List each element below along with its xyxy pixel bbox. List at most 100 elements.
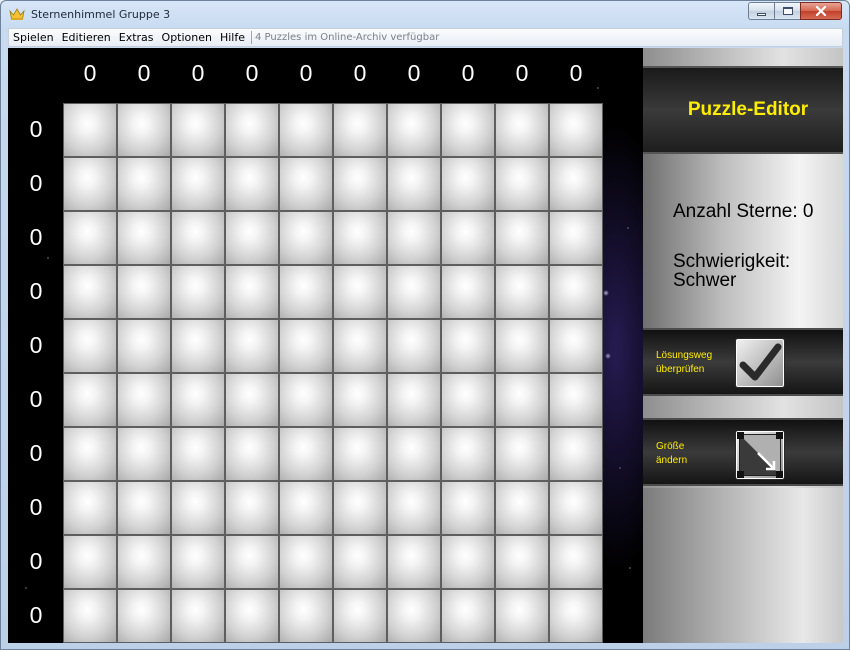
grid-cell[interactable]: [63, 157, 117, 211]
grid-cell[interactable]: [441, 427, 495, 481]
grid-cell[interactable]: [333, 373, 387, 427]
grid-cell[interactable]: [171, 589, 225, 643]
grid-cell[interactable]: [171, 265, 225, 319]
grid-cell[interactable]: [387, 427, 441, 481]
grid-cell[interactable]: [279, 157, 333, 211]
grid-cell[interactable]: [333, 535, 387, 589]
grid-cell[interactable]: [279, 319, 333, 373]
grid-cell[interactable]: [279, 481, 333, 535]
grid-cell[interactable]: [117, 265, 171, 319]
grid-cell[interactable]: [387, 103, 441, 157]
grid-cell[interactable]: [495, 373, 549, 427]
grid-cell[interactable]: [333, 589, 387, 643]
grid-cell[interactable]: [279, 211, 333, 265]
grid-cell[interactable]: [549, 157, 603, 211]
grid-cell[interactable]: [117, 211, 171, 265]
title-bar[interactable]: Sternenhimmel Gruppe 3: [1, 1, 849, 29]
grid-cell[interactable]: [441, 319, 495, 373]
grid-cell[interactable]: [279, 427, 333, 481]
grid-cell[interactable]: [441, 265, 495, 319]
grid-cell[interactable]: [171, 211, 225, 265]
grid-cell[interactable]: [117, 157, 171, 211]
grid-cell[interactable]: [549, 589, 603, 643]
grid-cell[interactable]: [441, 211, 495, 265]
grid-cell[interactable]: [387, 481, 441, 535]
grid-cell[interactable]: [225, 211, 279, 265]
grid-cell[interactable]: [63, 535, 117, 589]
menu-spielen[interactable]: Spielen: [9, 31, 58, 44]
grid-cell[interactable]: [279, 265, 333, 319]
grid-cell[interactable]: [441, 481, 495, 535]
grid-cell[interactable]: [387, 319, 441, 373]
grid-cell[interactable]: [549, 319, 603, 373]
grid-cell[interactable]: [495, 535, 549, 589]
grid-cell[interactable]: [279, 103, 333, 157]
grid-cell[interactable]: [63, 589, 117, 643]
maximize-button[interactable]: [774, 2, 800, 20]
grid-cell[interactable]: [495, 481, 549, 535]
grid-cell[interactable]: [495, 319, 549, 373]
grid-cell[interactable]: [387, 373, 441, 427]
grid-cell[interactable]: [63, 373, 117, 427]
grid-cell[interactable]: [495, 427, 549, 481]
grid-cell[interactable]: [387, 535, 441, 589]
grid-cell[interactable]: [441, 373, 495, 427]
grid-cell[interactable]: [387, 589, 441, 643]
grid-cell[interactable]: [549, 265, 603, 319]
grid-cell[interactable]: [441, 589, 495, 643]
grid-cell[interactable]: [495, 157, 549, 211]
menu-hilfe[interactable]: Hilfe: [216, 31, 249, 44]
grid-cell[interactable]: [549, 481, 603, 535]
grid-cell[interactable]: [63, 319, 117, 373]
grid-cell[interactable]: [387, 157, 441, 211]
grid-cell[interactable]: [117, 319, 171, 373]
grid-cell[interactable]: [63, 265, 117, 319]
grid-cell[interactable]: [171, 373, 225, 427]
grid-cell[interactable]: [549, 535, 603, 589]
grid-cell[interactable]: [171, 319, 225, 373]
grid-cell[interactable]: [333, 427, 387, 481]
grid-cell[interactable]: [333, 319, 387, 373]
grid-cell[interactable]: [225, 535, 279, 589]
grid-cell[interactable]: [225, 373, 279, 427]
grid-cell[interactable]: [63, 427, 117, 481]
grid-cell[interactable]: [63, 211, 117, 265]
grid-cell[interactable]: [279, 373, 333, 427]
grid-cell[interactable]: [117, 535, 171, 589]
grid-cell[interactable]: [225, 265, 279, 319]
grid-cell[interactable]: [63, 103, 117, 157]
grid-cell[interactable]: [63, 481, 117, 535]
grid-cell[interactable]: [279, 589, 333, 643]
grid-cell[interactable]: [117, 481, 171, 535]
grid-cell[interactable]: [117, 103, 171, 157]
grid-cell[interactable]: [495, 589, 549, 643]
grid-cell[interactable]: [225, 157, 279, 211]
grid-cell[interactable]: [279, 535, 333, 589]
grid-cell[interactable]: [171, 481, 225, 535]
grid-cell[interactable]: [441, 535, 495, 589]
grid-cell[interactable]: [495, 211, 549, 265]
menu-optionen[interactable]: Optionen: [158, 31, 216, 44]
grid-cell[interactable]: [333, 481, 387, 535]
check-solution-button[interactable]: [735, 338, 785, 388]
grid-cell[interactable]: [333, 103, 387, 157]
grid-cell[interactable]: [441, 157, 495, 211]
grid-cell[interactable]: [495, 265, 549, 319]
grid-cell[interactable]: [225, 427, 279, 481]
grid-cell[interactable]: [117, 373, 171, 427]
grid-cell[interactable]: [333, 157, 387, 211]
minimize-button[interactable]: [748, 2, 774, 20]
grid-cell[interactable]: [549, 103, 603, 157]
grid-cell[interactable]: [387, 265, 441, 319]
grid-cell[interactable]: [171, 103, 225, 157]
grid-cell[interactable]: [171, 427, 225, 481]
grid-cell[interactable]: [117, 427, 171, 481]
resize-button[interactable]: [735, 430, 785, 480]
grid-cell[interactable]: [333, 265, 387, 319]
grid-cell[interactable]: [171, 535, 225, 589]
grid-cell[interactable]: [549, 373, 603, 427]
grid-cell[interactable]: [441, 103, 495, 157]
grid-cell[interactable]: [549, 211, 603, 265]
grid-cell[interactable]: [117, 589, 171, 643]
grid-cell[interactable]: [225, 319, 279, 373]
